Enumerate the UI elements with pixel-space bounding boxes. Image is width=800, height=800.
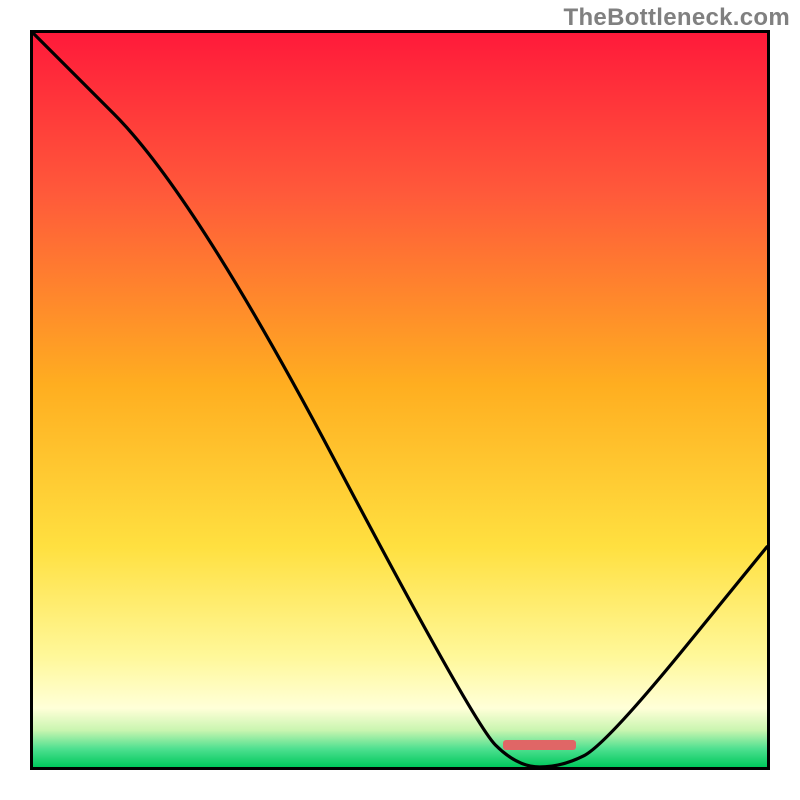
plot-area [30,30,770,770]
optimal-range-marker [503,740,576,750]
watermark-text: TheBottleneck.com [564,4,790,32]
bottleneck-curve [33,33,767,767]
chart-frame: TheBottleneck.com [0,0,800,800]
